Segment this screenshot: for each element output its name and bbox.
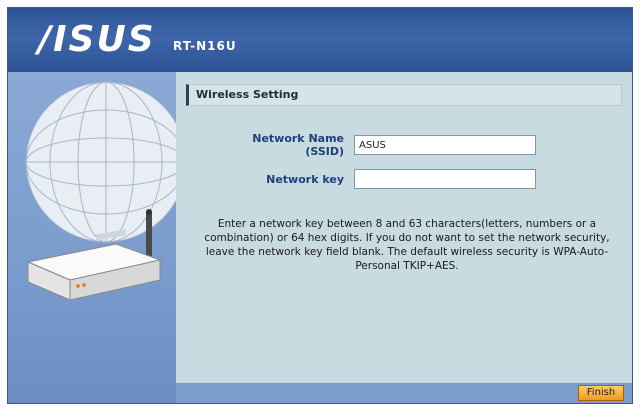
- ssid-label: Network Name (SSID): [252, 132, 344, 158]
- network-key-label: Network key: [266, 173, 344, 186]
- main-content: Wireless Setting Network Name (SSID) Net…: [176, 72, 632, 383]
- finish-button[interactable]: Finish: [578, 385, 624, 401]
- asus-logo: /ISUS: [38, 19, 156, 60]
- globe-icon: [25, 81, 176, 243]
- section-header: Wireless Setting: [186, 84, 622, 106]
- section-title: Wireless Setting: [196, 88, 299, 101]
- router-wizard-window: /ISUS RT-N16U Wireless Setting Network N…: [7, 7, 633, 404]
- model-name: RT-N16U: [173, 39, 237, 53]
- footer-bar: Finish: [176, 383, 632, 403]
- ssid-input[interactable]: [354, 135, 536, 155]
- globe-router-illustration: [25, 81, 176, 301]
- header-bar: /ISUS RT-N16U: [8, 8, 632, 72]
- network-key-input[interactable]: [354, 169, 536, 189]
- sidebar-illustration: [8, 72, 176, 403]
- description-text: Enter a network key between 8 and 63 cha…: [204, 218, 610, 272]
